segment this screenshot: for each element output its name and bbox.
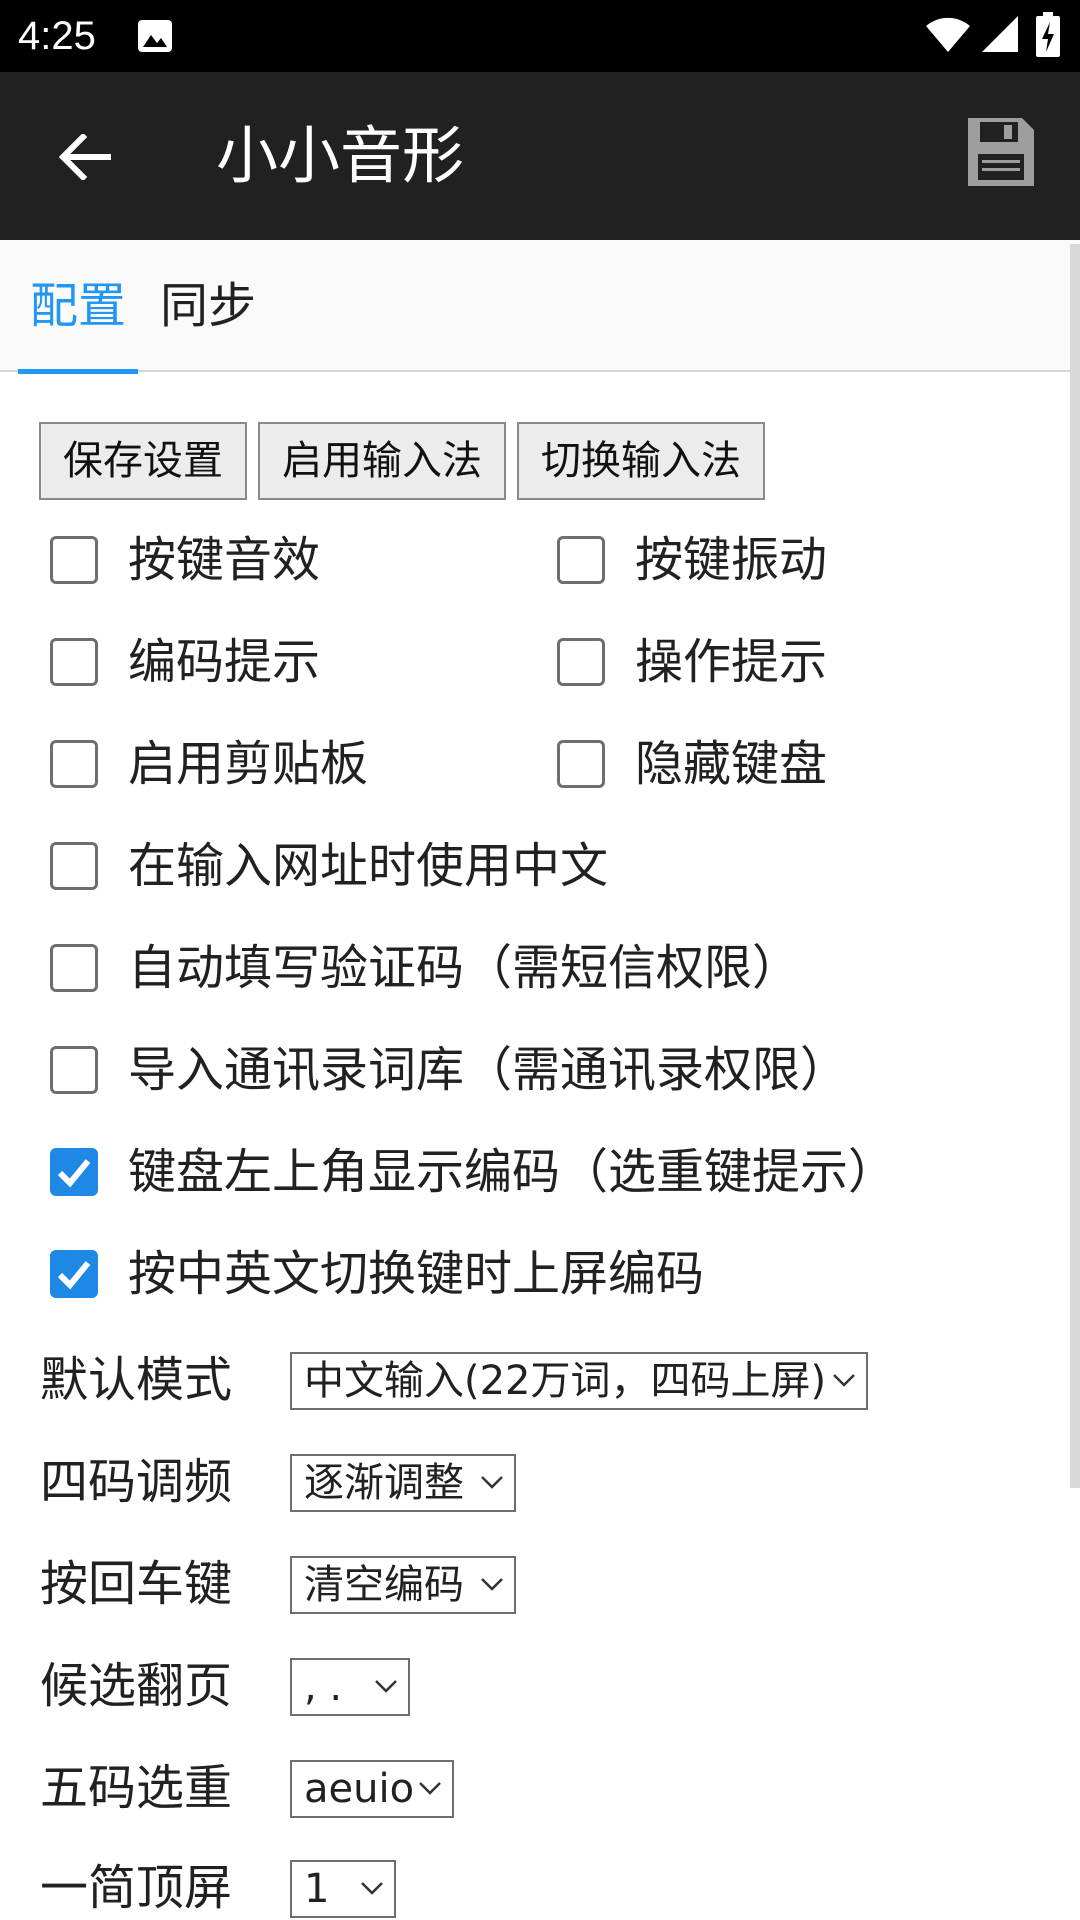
checkbox-hide-keyboard[interactable]: 隐藏键盘 [557,724,827,804]
app-bar: 小小音形 [0,72,1080,240]
checkbox-box[interactable] [50,1148,98,1196]
checkbox-enable-clipboard[interactable]: 启用剪贴板 [50,724,368,804]
five-code-select[interactable]: aeuio [290,1760,454,1818]
checkbox-import-contacts[interactable]: 导入通讯录词库（需通讯录权限） [50,1030,848,1110]
checkbox-box[interactable] [557,536,605,584]
signal-icon [982,16,1018,52]
select-value: , . [304,1664,343,1710]
save-settings-button[interactable]: 保存设置 [39,422,247,500]
status-time: 4:25 [18,14,96,58]
checkbox-label: 按键音效 [128,532,321,588]
checkbox-autofill-sms-code[interactable]: 自动填写验证码（需短信权限） [50,928,800,1008]
check-icon [57,1261,91,1290]
default-mode-select[interactable]: 中文输入(22万词，四码上屏) [290,1352,868,1410]
checkbox-label: 按键振动 [635,532,828,588]
checkbox-label: 导入通讯录词库（需通讯录权限） [128,1042,849,1098]
chevron-down-icon [361,1882,383,1895]
switch-ime-button[interactable]: 切换输入法 [517,422,765,500]
scrollbar[interactable] [1070,244,1080,1488]
checkbox-box[interactable] [50,944,98,992]
checkbox-operation-hint[interactable]: 操作提示 [557,622,827,702]
setting-label: 按回车键 [40,1556,233,1612]
check-icon [57,1159,91,1188]
checkbox-label: 自动填写验证码（需短信权限） [128,940,801,996]
tab-bar: 配置 同步 [0,240,1080,374]
enable-ime-button[interactable]: 启用输入法 [258,422,506,500]
select-value: 清空编码 [304,1562,464,1608]
image-notification-icon [138,20,172,52]
status-bar: 4:25 [0,0,1080,72]
setting-label: 四码调频 [40,1454,233,1510]
checkbox-box[interactable] [50,740,98,788]
checkbox-show-code-top-left[interactable]: 键盘左上角显示编码（选重键提示） [50,1132,896,1212]
checkbox-label: 启用剪贴板 [128,736,369,792]
tab-config[interactable]: 配置 [18,240,138,374]
setting-label: 默认模式 [40,1352,233,1408]
checkbox-label: 隐藏键盘 [635,736,828,792]
frequency-adjust-select[interactable]: 逐渐调整 [290,1454,516,1512]
enter-key-select[interactable]: 清空编码 [290,1556,516,1614]
select-value: aeuio [304,1766,415,1812]
checkbox-chinese-in-url[interactable]: 在输入网址时使用中文 [50,826,608,906]
setting-label: 候选翻页 [40,1658,233,1714]
chevron-down-icon [419,1782,441,1795]
arrow-back-icon [59,134,111,180]
setting-label: 五码选重 [40,1760,233,1816]
tab-sync[interactable]: 同步 [160,240,256,372]
checkbox-box[interactable] [50,842,98,890]
candidate-paging-select[interactable]: , . [290,1658,410,1716]
save-icon-button[interactable] [966,116,1046,196]
checkbox-commit-code-on-switch[interactable]: 按中英文切换键时上屏编码 [50,1234,704,1314]
checkbox-box[interactable] [557,638,605,686]
chevron-down-icon [481,1476,503,1489]
select-value: 1 [304,1866,330,1912]
select-value: 逐渐调整 [304,1460,464,1506]
checkbox-label: 编码提示 [128,634,321,690]
floppy-disk-icon [968,118,1034,186]
checkbox-key-sound[interactable]: 按键音效 [50,520,320,600]
checkbox-label: 在输入网址时使用中文 [128,838,609,894]
checkbox-box[interactable] [50,638,98,686]
app-title: 小小音形 [216,119,465,192]
checkbox-label: 操作提示 [635,634,828,690]
wifi-icon [926,17,970,52]
chevron-down-icon [833,1374,855,1387]
checkbox-key-vibration[interactable]: 按键振动 [557,520,827,600]
single-simple-commit-select[interactable]: 1 [290,1860,396,1918]
battery-charging-icon [1036,12,1060,57]
chevron-down-icon [481,1578,503,1591]
setting-label: 一简顶屏 [40,1860,233,1916]
checkbox-label: 键盘左上角显示编码（选重键提示） [128,1144,897,1200]
checkbox-box[interactable] [50,536,98,584]
checkbox-label: 按中英文切换键时上屏编码 [128,1246,705,1302]
select-value: 中文输入(22万词，四码上屏) [304,1358,827,1404]
back-button[interactable] [40,112,130,202]
checkbox-box[interactable] [50,1250,98,1298]
checkbox-box[interactable] [557,740,605,788]
checkbox-code-hint[interactable]: 编码提示 [50,622,320,702]
checkbox-box[interactable] [50,1046,98,1094]
chevron-down-icon [375,1680,397,1693]
